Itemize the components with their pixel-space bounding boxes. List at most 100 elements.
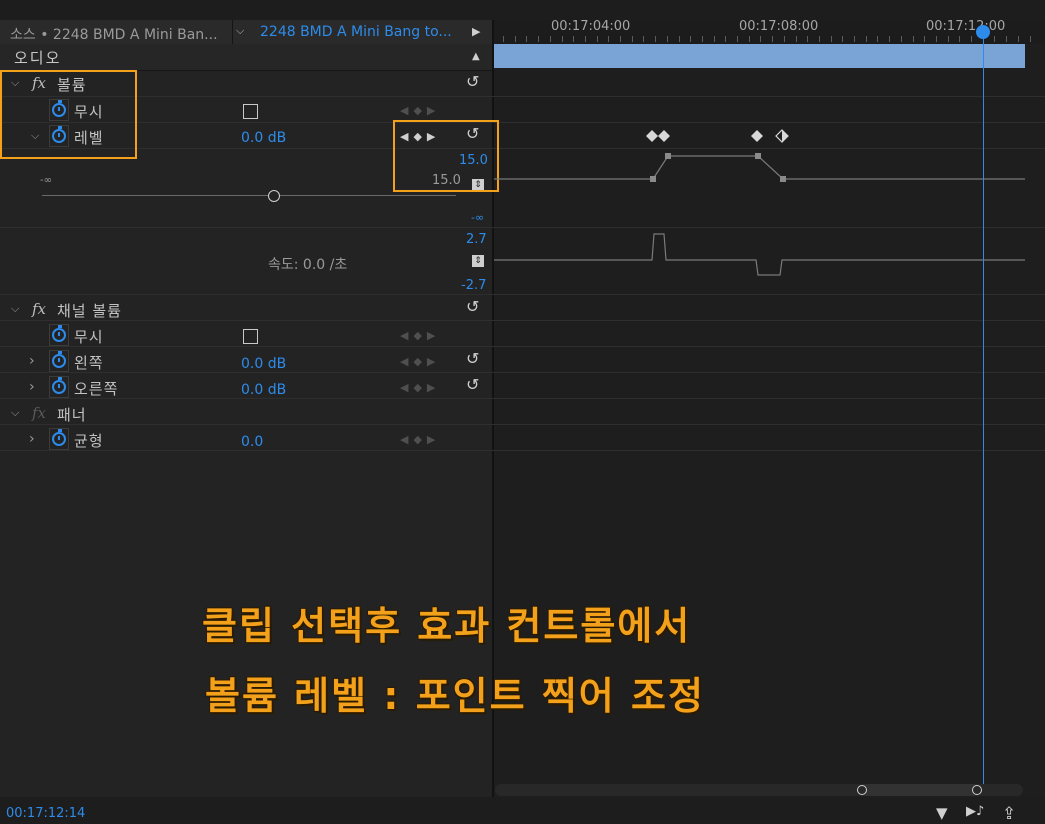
keyframe-marker (658, 130, 670, 142)
reset-icon[interactable]: ↺ (466, 349, 479, 368)
chevron-right-icon[interactable]: › (29, 431, 35, 447)
source-tab[interactable]: 소스 • 2248 BMD A Mini Ban... (10, 24, 218, 44)
velocity-label: 속도: 0.0 /초 (268, 257, 348, 273)
caption-line-2: 볼륨 레벨 : 포인트 찍어 조정 (205, 674, 705, 718)
ruler-tick (772, 36, 773, 42)
ruler-tick (550, 36, 551, 42)
ruler-tick (1006, 36, 1007, 42)
ruler-tick (690, 36, 691, 42)
ruler-tick (889, 36, 890, 42)
level-slider-knob[interactable] (268, 190, 280, 202)
row-divider (0, 450, 1045, 451)
bypass-checkbox[interactable] (243, 104, 258, 119)
ruler-tick (819, 36, 820, 42)
keyframe-nav[interactable]: ◀◆▶ (400, 355, 440, 368)
curve-point (780, 176, 786, 182)
scrollbar-thumb[interactable] (860, 784, 980, 796)
graph-min-left: -∞ (40, 175, 52, 186)
keyframe-nav[interactable]: ◀◆▶ (400, 104, 440, 117)
play-audio-icon[interactable]: ▶♪ (966, 804, 984, 819)
bypass-checkbox[interactable] (243, 329, 258, 344)
row-divider (0, 398, 1045, 399)
play-icon[interactable]: ▶ (472, 25, 480, 38)
keyframe-markers[interactable] (646, 129, 789, 143)
scroll-handle-right[interactable] (972, 785, 982, 795)
ruler-tick (913, 36, 914, 42)
ruler-tick (1030, 36, 1031, 42)
level-value[interactable]: 0.0 dB (241, 130, 286, 146)
reset-icon[interactable]: ↺ (466, 375, 479, 394)
stopwatch-icon[interactable] (52, 351, 66, 368)
stopwatch-icon[interactable] (52, 325, 66, 342)
row-divider (0, 320, 1045, 321)
keyframe-nav[interactable]: ◀◆▶ (400, 433, 440, 446)
ruler-tick (503, 36, 504, 42)
level-slider-track[interactable] (42, 195, 456, 196)
ruler-label: 00:17:04:00 (551, 19, 631, 34)
param-label-balance: 균형 (74, 432, 104, 450)
playhead-line[interactable] (983, 28, 984, 784)
row-divider (0, 294, 1045, 295)
effect-name-channel-volume: 채널 볼륨 (57, 302, 122, 320)
param-label-bypass: 무시 (74, 328, 104, 346)
fx-icon[interactable]: fx (32, 300, 46, 318)
keyframe-nav[interactable]: ◀◆▶ (400, 329, 440, 342)
chevron-down-icon[interactable]: ⌵ (236, 24, 244, 38)
chevron-right-icon[interactable]: › (29, 379, 35, 395)
ruler-tick (526, 36, 527, 42)
current-timecode[interactable]: 00:17:12:14 (6, 806, 85, 821)
ruler-tick (714, 36, 715, 42)
chevron-down-icon[interactable]: ⌵ (11, 302, 19, 316)
ruler-tick (725, 36, 726, 42)
keyframe-marker-half (782, 130, 788, 142)
scroll-handle-left[interactable] (857, 785, 867, 795)
keyframe-graph[interactable] (494, 120, 1025, 290)
chevron-down-icon[interactable]: ⌵ (11, 406, 19, 420)
ruler-tick (655, 36, 656, 42)
collapse-up-icon[interactable]: ▲ (472, 51, 480, 62)
balance-value[interactable]: 0.0 (241, 434, 263, 450)
ruler-label: 00:17:08:00 (739, 19, 819, 34)
stopwatch-icon[interactable] (52, 377, 66, 394)
fx-icon[interactable]: fx (32, 404, 46, 422)
keyframe-nav[interactable]: ◀◆▶ (400, 381, 440, 394)
ruler-tick (608, 36, 609, 42)
ruler-tick (597, 36, 598, 42)
ruler-tick (562, 36, 563, 42)
chevron-right-icon[interactable]: › (29, 353, 35, 369)
stopwatch-icon[interactable] (52, 429, 66, 446)
clip-bar[interactable] (494, 44, 1025, 68)
graph-min-right: -∞ (471, 211, 485, 224)
right-value[interactable]: 0.0 dB (241, 382, 286, 398)
left-value[interactable]: 0.0 dB (241, 356, 286, 372)
effect-name-panner: 패너 (57, 406, 87, 424)
audio-section-header[interactable] (0, 44, 492, 71)
ruler-tick (854, 36, 855, 42)
reset-icon[interactable]: ↺ (466, 297, 479, 316)
ruler-tick (667, 36, 668, 42)
export-icon[interactable]: ⇪ (1002, 804, 1016, 824)
sequence-tab[interactable]: 2248 BMD A Mini Bang to... (260, 24, 452, 40)
row-divider (0, 346, 1045, 347)
keyframe-marker (646, 130, 658, 142)
level-curve (494, 155, 1025, 180)
ruler-tick (924, 36, 925, 42)
playhead-handle[interactable] (976, 25, 990, 39)
ruler-tick (877, 36, 878, 42)
ruler-tick (515, 36, 516, 42)
keyframe-marker (751, 130, 763, 142)
reset-icon[interactable]: ↺ (466, 72, 479, 91)
highlight-box-volume-level (0, 70, 137, 159)
ruler-tick (679, 36, 680, 42)
param-label-left: 왼쪽 (74, 354, 104, 372)
filter-icon[interactable]: ▼ (936, 804, 948, 822)
param-label-right: 오른쪽 (74, 380, 119, 398)
ruler-tick (737, 36, 738, 42)
updown-icon[interactable]: ⇕ (472, 255, 484, 267)
ruler-tick (842, 36, 843, 42)
ruler-tick (749, 36, 750, 42)
ruler-tick (573, 36, 574, 42)
ruler-tick (632, 36, 633, 42)
ruler-tick (796, 36, 797, 42)
velocity-min: -2.7 (461, 278, 487, 293)
